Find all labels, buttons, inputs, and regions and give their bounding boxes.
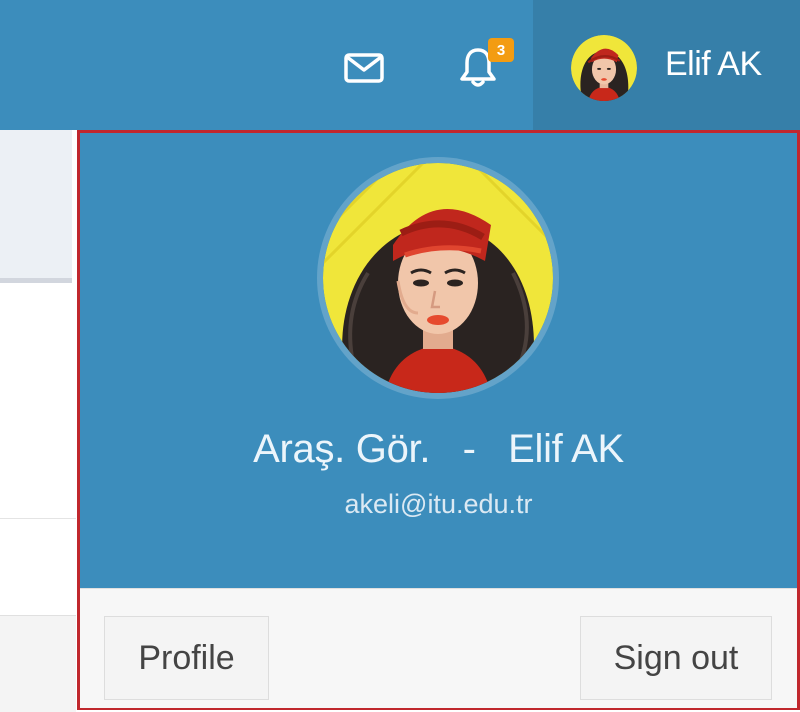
user-profile-avatar — [323, 163, 553, 393]
content-header-area — [0, 130, 72, 278]
user-dropdown-menu: Araş. Gör. - Elif AK akeli@itu.edu.tr Pr… — [77, 130, 800, 710]
messages-button[interactable] — [338, 38, 390, 98]
user-title-line: Araş. Gör. - Elif AK — [80, 427, 797, 472]
avatar — [571, 35, 637, 101]
content-divider — [0, 518, 76, 519]
user-full-name: Elif AK — [508, 427, 624, 471]
profile-button[interactable]: Profile — [104, 616, 269, 700]
content-header-border — [0, 278, 72, 283]
page-content-background — [0, 130, 80, 712]
sign-out-button[interactable]: Sign out — [580, 616, 772, 700]
user-avatar-image — [571, 35, 637, 101]
user-email: akeli@itu.edu.tr — [344, 489, 533, 519]
content-footer-area — [0, 615, 76, 712]
user-avatar-large-image — [323, 163, 553, 393]
notifications-button[interactable]: 3 — [452, 38, 514, 98]
envelope-icon — [344, 53, 384, 83]
notification-count-badge: 3 — [488, 38, 514, 62]
user-menu-toggle[interactable]: Elif AK — [533, 0, 800, 130]
academic-title: Araş. Gör. — [253, 427, 431, 471]
navbar-user-name: Elif AK — [665, 45, 762, 83]
title-separator: - — [462, 427, 476, 471]
top-navbar: 3 Elif AK — [0, 0, 800, 130]
user-header: Araş. Gör. - Elif AK akeli@itu.edu.tr — [80, 133, 797, 588]
user-footer: Profile Sign out — [80, 588, 797, 708]
